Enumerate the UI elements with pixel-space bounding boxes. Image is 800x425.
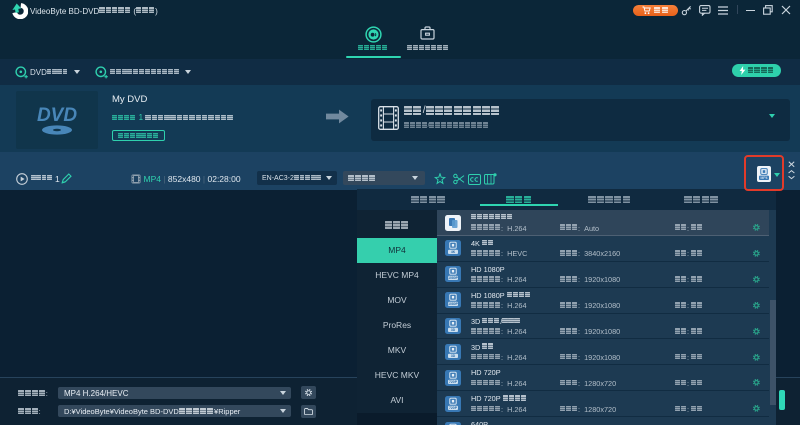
svg-text:3D: 3D: [451, 354, 456, 358]
svg-text:DVD: DVD: [37, 105, 77, 126]
svg-text:720P: 720P: [449, 380, 458, 384]
svg-text:1080P: 1080P: [448, 302, 459, 306]
svg-text:720P: 720P: [449, 406, 458, 410]
svg-text:3D: 3D: [451, 328, 456, 332]
svg-text:1080P: 1080P: [448, 276, 459, 280]
svg-text:4K: 4K: [451, 251, 456, 255]
